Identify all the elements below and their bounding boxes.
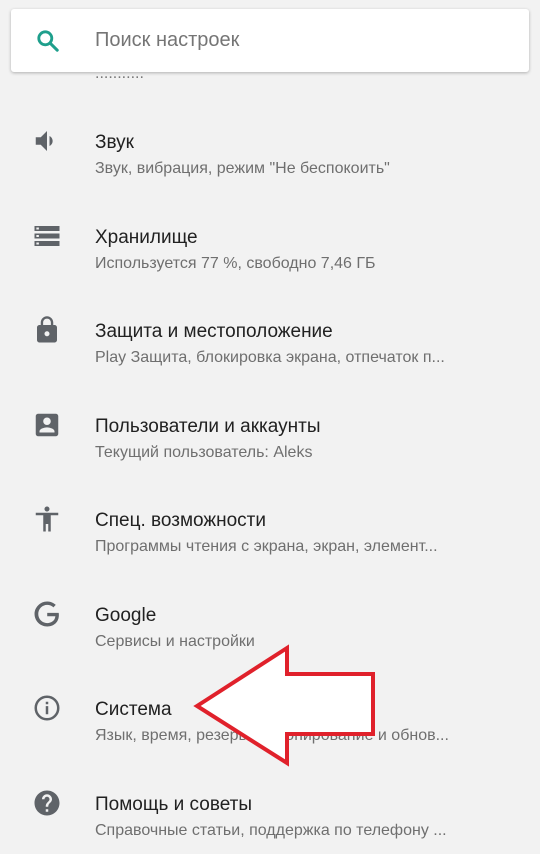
settings-item-subtitle: Сервисы и настройки bbox=[95, 632, 255, 650]
info-icon bbox=[34, 695, 60, 721]
scrolled-item-fragment: ........... bbox=[0, 75, 540, 85]
settings-item-title: Хранилище bbox=[95, 226, 198, 248]
settings-item-sound[interactable]: Звук Звук, вибрация, режим "Не беспокоит… bbox=[0, 90, 540, 185]
search-input[interactable]: Поиск настроек bbox=[95, 29, 239, 52]
settings-item-title: Система bbox=[95, 699, 172, 720]
settings-item-subtitle: Текущий пользователь: Aleks bbox=[95, 443, 313, 461]
storage-icon bbox=[34, 225, 60, 246]
settings-item-title: Звук bbox=[95, 132, 134, 153]
search-bar[interactable]: Поиск настроек bbox=[11, 9, 529, 72]
settings-item-subtitle: Используется 77 %, свободно 7,46 ГБ bbox=[95, 254, 376, 272]
settings-item-title: Google bbox=[95, 604, 157, 626]
settings-item-title: Пользователи и аккаунты bbox=[95, 415, 321, 437]
settings-list: Звук Звук, вибрация, режим "Не беспокоит… bbox=[0, 90, 540, 846]
accessibility-icon bbox=[35, 506, 59, 532]
settings-item-subtitle: Play Защита, блокировка экрана, отпечато… bbox=[95, 349, 445, 366]
scrolled-item-text: ........... bbox=[95, 75, 144, 83]
settings-item-storage[interactable]: Хранилище Используется 77 %, свободно 7,… bbox=[0, 185, 540, 280]
settings-screen: Поиск настроек ........... Звук Звук, ви… bbox=[0, 0, 540, 854]
lock-icon bbox=[37, 316, 57, 343]
settings-item-help[interactable]: Помощь и советы Справочные статьи, подде… bbox=[0, 752, 540, 847]
settings-item-subtitle: Язык, время, резервное копирование и обн… bbox=[95, 727, 449, 744]
help-icon bbox=[34, 790, 60, 815]
settings-item-system[interactable]: Система Язык, время, резервное копирован… bbox=[0, 657, 540, 752]
settings-item-accounts[interactable]: Пользователи и аккаунты Текущий пользова… bbox=[0, 374, 540, 469]
search-icon bbox=[37, 30, 59, 52]
settings-item-subtitle: Программы чтения с экрана, экран, элемен… bbox=[95, 538, 438, 555]
google-icon bbox=[34, 601, 59, 626]
settings-item-google[interactable]: Google Сервисы и настройки bbox=[0, 563, 540, 658]
volume-icon bbox=[35, 131, 53, 151]
settings-item-title: Защита и местоположение bbox=[95, 321, 333, 342]
account-box-icon bbox=[35, 413, 59, 436]
settings-item-title: Спец. возможности bbox=[95, 510, 266, 531]
settings-item-security[interactable]: Защита и местоположение Play Защита, бло… bbox=[0, 279, 540, 374]
settings-item-title: Помощь и советы bbox=[95, 793, 253, 815]
settings-item-subtitle: Звук, вибрация, режим "Не беспокоить" bbox=[95, 160, 390, 177]
settings-item-subtitle: Справочные статьи, поддержка по телефону… bbox=[95, 821, 447, 839]
settings-item-accessibility[interactable]: Спец. возможности Программы чтения с экр… bbox=[0, 468, 540, 563]
